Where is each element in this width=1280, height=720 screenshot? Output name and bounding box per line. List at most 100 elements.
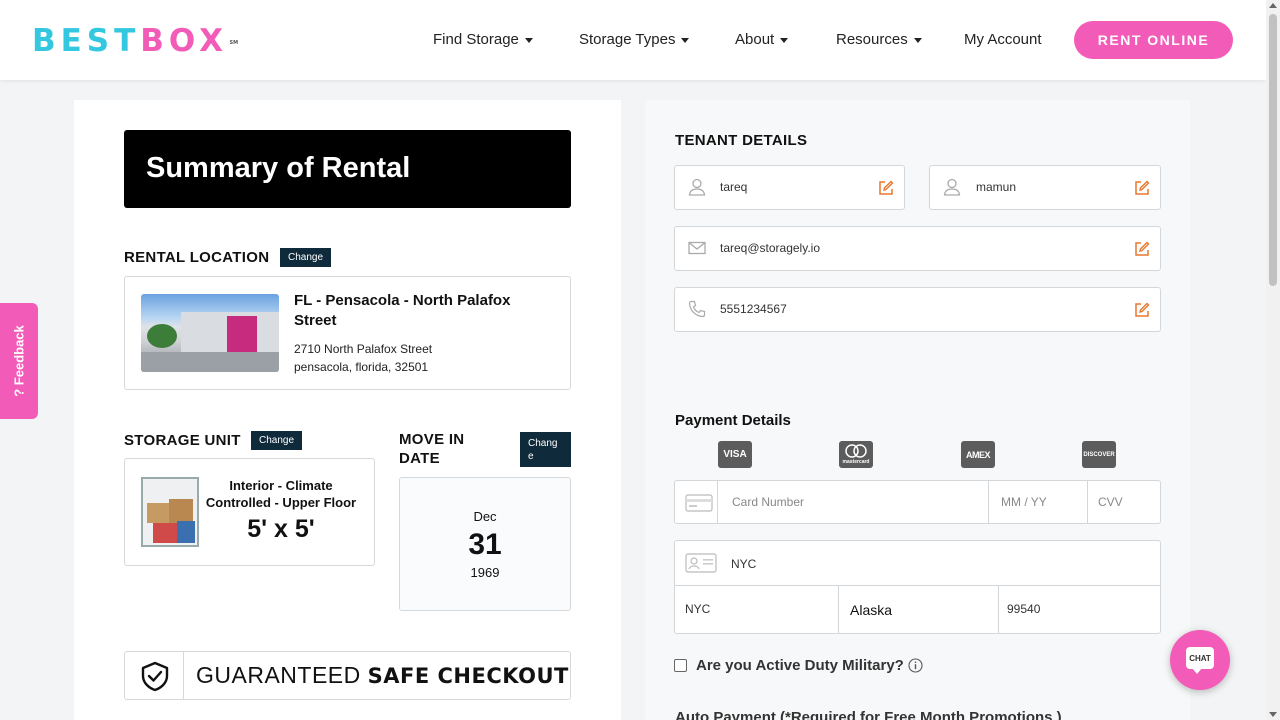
payment-details-title: Payment Details — [675, 412, 791, 429]
id-card-icon — [685, 553, 717, 573]
nav-find-storage[interactable]: Find Storage — [433, 30, 533, 50]
expiry-placeholder: MM / YY — [1001, 495, 1047, 509]
chat-button[interactable]: CHAT — [1170, 630, 1230, 690]
address-line-1: 2710 North Palafox Street — [294, 342, 433, 356]
last-name-field[interactable]: mamun — [929, 165, 1161, 210]
tenant-payment-panel: TENANT DETAILS tareq mamun tareq@storage… — [645, 100, 1190, 720]
user-icon — [688, 178, 706, 196]
billing-address-group: NYC NYC Alaska 99540 — [674, 540, 1161, 634]
state-zip-divider — [998, 586, 999, 633]
mail-icon — [688, 241, 706, 255]
card-number-placeholder: Card Number — [732, 495, 805, 509]
safe-checkout-text: GUARANTEED SAFE CHECKOUT — [196, 662, 569, 689]
last-name-value: mamun — [976, 180, 1017, 194]
email-field[interactable]: tareq@storagely.io — [674, 226, 1161, 271]
safe-checkout-badge: GUARANTEED SAFE CHECKOUT — [124, 651, 571, 700]
site-header: BESTBOX SM Find Storage Storage Types Abo… — [0, 0, 1266, 80]
cvv-placeholder: CVV — [1098, 495, 1123, 509]
scrollbar-thumb[interactable] — [1269, 14, 1277, 286]
tenant-details-title: TENANT DETAILS — [675, 132, 808, 149]
address-line-2: pensacola, florida, 32501 — [294, 360, 429, 374]
nav-label: Find Storage — [433, 31, 519, 48]
address-row-divider — [675, 585, 1160, 586]
change-date-line-1: Chang — [528, 437, 558, 449]
military-question: Are you Active Duty Military? — [674, 657, 923, 674]
city-state-divider — [838, 586, 839, 633]
mastercard-circles — [845, 444, 867, 458]
box-shape — [169, 499, 193, 523]
nav-resources[interactable]: Resources — [836, 30, 922, 50]
phone-value: 5551234567 — [720, 302, 787, 316]
rental-location-label: RENTAL LOCATION — [124, 249, 270, 266]
nav-label: My Account — [964, 31, 1042, 48]
bestbox-logo[interactable]: BESTBOX SM — [32, 23, 238, 59]
caret-down-icon — [780, 37, 789, 43]
military-checkbox[interactable] — [674, 659, 687, 672]
nav-label: Storage Types — [579, 31, 676, 48]
box-shape — [147, 503, 169, 523]
rental-summary-panel: Summary of Rental RENTAL LOCATION Change… — [74, 100, 621, 720]
discover-icon: DISCOVER — [1082, 441, 1116, 468]
logo-best: BEST — [32, 23, 141, 59]
scroll-up-arrow-icon[interactable] — [1269, 3, 1277, 8]
mastercard-text: mastercard — [842, 459, 870, 465]
phone-icon — [688, 300, 706, 318]
nav-label: About — [735, 31, 775, 48]
nav-my-account[interactable]: My Account — [964, 30, 1042, 50]
change-location-button[interactable]: Change — [280, 248, 332, 267]
address-input[interactable]: NYC — [731, 557, 756, 571]
badge-divider — [183, 652, 184, 699]
move-in-date-card[interactable]: Dec 31 1969 — [399, 477, 571, 611]
military-label: Are you Active Duty Military? — [696, 657, 904, 674]
tree-shape — [147, 324, 177, 348]
road-shape — [141, 352, 279, 372]
caret-down-icon — [681, 37, 690, 43]
feedback-label: ? Feedback — [11, 325, 27, 397]
page-scrollbar[interactable] — [1266, 0, 1280, 720]
nav-about[interactable]: About — [735, 30, 789, 50]
info-icon[interactable] — [908, 658, 923, 673]
credit-card-icon — [685, 494, 713, 512]
feedback-tab[interactable]: ? Feedback — [0, 303, 38, 419]
date-year: 1969 — [470, 565, 500, 580]
zip-input[interactable]: 99540 — [1007, 602, 1040, 616]
change-date-line-2: e — [528, 450, 534, 462]
storage-unit-card: Interior - Climate Controlled - Upper Fl… — [124, 458, 375, 566]
location-address: 2710 North Palafox Street pensacola, flo… — [294, 340, 432, 376]
move-in-label: MOVE IN DATE — [399, 430, 464, 468]
state-select[interactable]: Alaska — [850, 602, 892, 618]
date-month: Dec — [473, 509, 497, 524]
nav-storage-types[interactable]: Storage Types — [579, 30, 690, 50]
expiry-input[interactable]: MM / YY — [988, 481, 1087, 523]
city-input[interactable]: NYC — [685, 602, 710, 616]
edit-icon[interactable] — [878, 180, 894, 196]
safe-checkout-bold-text: SAFE CHECKOUT — [367, 664, 569, 688]
rent-online-button[interactable]: RENT ONLINE — [1074, 21, 1233, 59]
chat-bubble-icon: CHAT — [1186, 647, 1214, 669]
storage-unit-label: STORAGE UNIT — [124, 432, 241, 449]
change-date-button[interactable]: Chang e — [520, 432, 571, 467]
move-in-label-line-1: MOVE IN — [399, 431, 465, 448]
first-name-field[interactable]: tareq — [674, 165, 905, 210]
cvv-input[interactable]: CVV — [1087, 481, 1160, 523]
date-day: 31 — [468, 528, 502, 561]
edit-icon[interactable] — [1134, 180, 1150, 196]
edit-icon[interactable] — [1134, 302, 1150, 318]
phone-field[interactable]: 5551234567 — [674, 287, 1161, 332]
card-number-input[interactable]: Card Number — [717, 481, 988, 523]
change-unit-button[interactable]: Change — [251, 431, 303, 450]
auto-payment-label: Auto Payment (*Required for Free Month P… — [675, 709, 1062, 720]
mastercard-icon: mastercard — [839, 441, 873, 468]
logo-servicemark: SM — [229, 40, 239, 46]
first-name-value: tareq — [720, 180, 748, 194]
facility-photo — [141, 294, 279, 372]
caret-down-icon — [524, 37, 533, 43]
edit-icon[interactable] — [1134, 241, 1150, 257]
user-icon — [943, 178, 961, 196]
scroll-down-arrow-icon[interactable] — [1269, 712, 1277, 717]
card-input-group: Card Number MM / YY CVV — [674, 480, 1161, 524]
chat-label: CHAT — [1189, 653, 1211, 663]
caret-down-icon — [913, 37, 922, 43]
building-door-shape — [227, 316, 257, 354]
unit-size: 5' x 5' — [247, 515, 315, 543]
